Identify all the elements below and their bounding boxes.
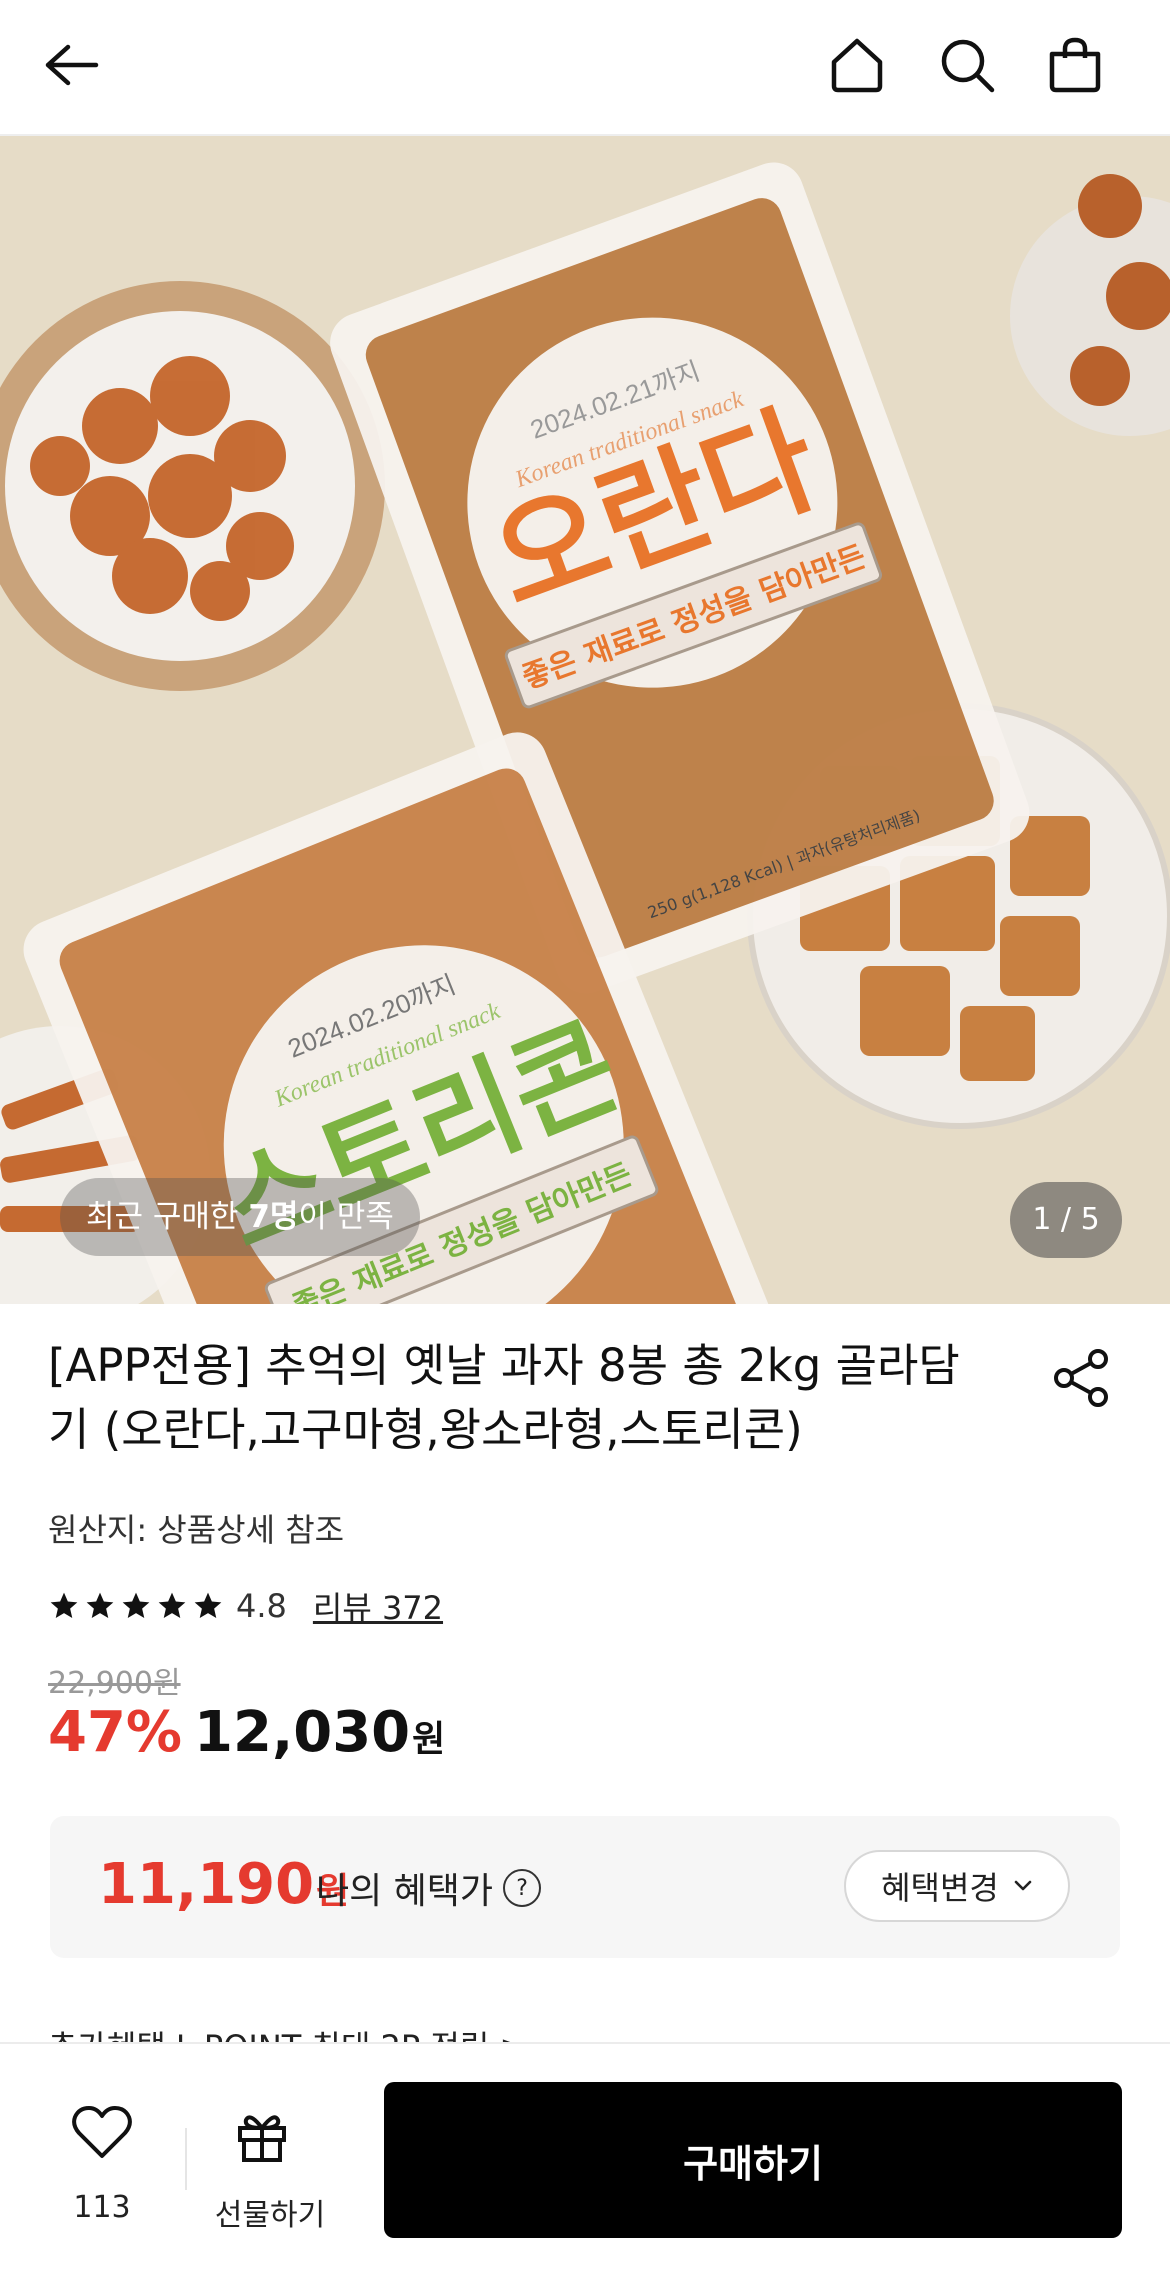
star-icon	[194, 1592, 222, 1618]
like-button[interactable]	[64, 2104, 140, 2164]
star-icon	[50, 1592, 78, 1618]
gift-label[interactable]: 선물하기	[210, 2190, 330, 2234]
price-row: 47% 12,030 원	[48, 1700, 445, 1765]
change-benefit-label: 혜택변경	[881, 1870, 999, 1906]
rating-row: 4.8 리뷰 372	[48, 1584, 443, 1628]
search-icon[interactable]	[932, 30, 1002, 100]
benefit-label: 나의 혜택가	[316, 1871, 494, 1912]
gift-button[interactable]	[234, 2108, 290, 2168]
back-arrow-icon[interactable]	[36, 30, 106, 100]
benefit-price-value: 11,190	[98, 1852, 315, 1917]
sale-price: 12,030	[194, 1700, 411, 1765]
chevron-down-icon	[1014, 1880, 1032, 1891]
buy-button[interactable]: 구매하기	[384, 2082, 1122, 2238]
rating-stars	[48, 1590, 224, 1622]
heart-icon	[72, 2106, 132, 2158]
change-benefit-button[interactable]: 혜택변경	[844, 1850, 1070, 1922]
sale-price-currency: 원	[412, 1719, 446, 1760]
product-photo: 2024.02.21까지 Korean traditional snack 오란…	[0, 162, 1170, 1304]
image-pager: 1 / 5	[1010, 1182, 1122, 1258]
divider	[185, 2128, 187, 2190]
recent-buyer-satisfaction: 최근 구매한 7명이 만족	[60, 1178, 420, 1256]
benefit-price-box: 11,190 원 나의 혜택가 ? 혜택변경	[50, 1816, 1120, 1958]
satisfaction-count: 7명	[248, 1199, 299, 1235]
share-icon[interactable]	[1050, 1345, 1116, 1411]
gift-icon	[238, 2115, 286, 2162]
benefit-price: 11,190 원	[98, 1852, 349, 1917]
product-image-carousel[interactable]: 2024.02.21까지 Korean traditional snack 오란…	[0, 136, 1170, 1304]
rating-score: 4.8	[236, 1587, 287, 1625]
origin-info: 원산지: 상품상세 참조	[48, 1511, 345, 1549]
product-title: [APP전용] 추억의 옛날 과자 8봉 총 2kg 골라담기 (오란다,고구마…	[48, 1339, 960, 1456]
extra-benefit-line: 추가혜택 L.POINT 최대 2P 적립 >	[48, 2022, 648, 2044]
discount-rate: 47%	[48, 1700, 183, 1765]
like-count: 113	[73, 2190, 131, 2225]
star-icon	[86, 1592, 114, 1618]
shopping-bag-icon[interactable]	[1040, 30, 1110, 100]
original-price: 22,900원	[48, 1666, 181, 1701]
star-icon	[158, 1592, 186, 1618]
top-nav-bar	[0, 0, 1170, 136]
satisfaction-suffix: 이 만족	[298, 1199, 394, 1235]
review-link[interactable]: 리뷰 372	[313, 1583, 443, 1629]
star-icon	[122, 1592, 150, 1618]
home-icon[interactable]	[822, 30, 892, 100]
benefit-label-row: 나의 혜택가 ?	[316, 1862, 542, 1914]
bottom-action-bar: 113 선물하기 구매하기	[0, 2042, 1170, 2293]
help-icon[interactable]: ?	[503, 1869, 542, 1907]
satisfaction-prefix: 최근 구매한	[86, 1199, 249, 1235]
